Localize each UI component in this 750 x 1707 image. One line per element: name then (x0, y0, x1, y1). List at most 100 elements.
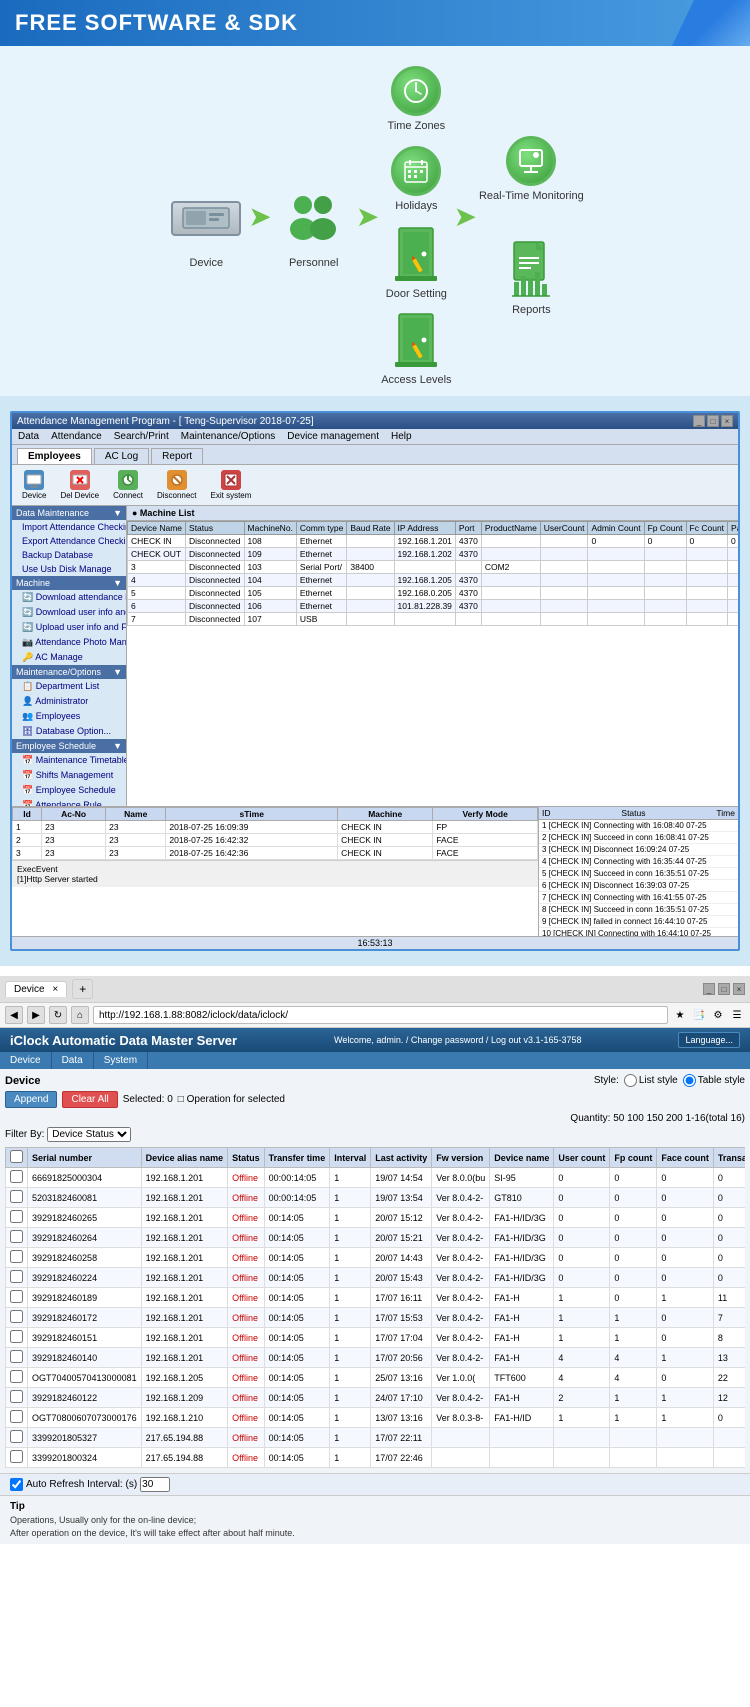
table-style-radio[interactable] (683, 1074, 696, 1087)
menu-icon[interactable]: ☰ (729, 1007, 745, 1023)
toolbar-exit-btn[interactable]: Exit system (206, 468, 257, 502)
sidebar-section-data-maintenance[interactable]: Data Maintenance ▼ (12, 506, 126, 520)
sidebar-ac-manage[interactable]: 🔑 AC Manage (12, 650, 126, 665)
append-button[interactable]: Append (5, 1091, 57, 1108)
device-row-6[interactable]: 3929182460189192.168.1.201Offline00:14:0… (6, 1288, 746, 1308)
new-tab-button[interactable]: + (72, 979, 93, 999)
bookmark-icon[interactable]: 📑 (691, 1007, 707, 1023)
forward-button[interactable]: ▶ (27, 1006, 45, 1024)
machine-row-3[interactable]: 4Disconnected104Ethernet192.168.1.205437… (128, 574, 739, 587)
sidebar-section-machine[interactable]: Machine ▼ (12, 576, 126, 590)
device-cb-cell-5[interactable] (6, 1268, 28, 1288)
device-row-11[interactable]: 3929182460122192.168.1.209Offline00:14:0… (6, 1388, 746, 1408)
device-cb-cell-13[interactable] (6, 1428, 28, 1448)
tab-employees[interactable]: Employees (17, 448, 92, 464)
sidebar-administrator[interactable]: 👤 Administrator (12, 694, 126, 709)
device-row-14[interactable]: 3399201800324217.65.194.88Offline00:14:0… (6, 1448, 746, 1468)
sidebar-import-attendance[interactable]: Import Attendance Checking Data (12, 520, 126, 534)
device-row-12[interactable]: OGT70800607073000176192.168.1.210Offline… (6, 1408, 746, 1428)
sidebar-usb-manage[interactable]: Use Usb Disk Manage (12, 562, 126, 576)
list-style-radio[interactable] (624, 1074, 637, 1087)
device-row-3[interactable]: 3929182460264192.168.1.201Offline00:14:0… (6, 1228, 746, 1248)
device-row-checkbox-0[interactable] (10, 1170, 23, 1183)
machine-row-2[interactable]: 3Disconnected103Serial Port/38400COM2 (128, 561, 739, 574)
sidebar-database[interactable]: 🗄 Database Option... (12, 724, 126, 739)
list-style-option[interactable]: List style (624, 1074, 678, 1087)
menu-maintenance[interactable]: Maintenance/Options (175, 429, 282, 444)
home-button[interactable]: ⌂ (71, 1006, 89, 1024)
nav-system[interactable]: System (94, 1052, 148, 1069)
sidebar-section-maintenance[interactable]: Maintenance/Options ▼ (12, 665, 126, 679)
auto-refresh-checkbox-item[interactable]: Auto Refresh Interval: (s) (10, 1477, 170, 1492)
bottom-row-0[interactable]: 123232018-07-25 16:09:39CHECK INFP (13, 821, 538, 834)
device-row-checkbox-9[interactable] (10, 1350, 23, 1363)
device-row-checkbox-1[interactable] (10, 1190, 23, 1203)
device-cb-cell-2[interactable] (6, 1208, 28, 1228)
device-row-checkbox-12[interactable] (10, 1410, 23, 1423)
device-row-10[interactable]: OGT70400570413000081192.168.1.205Offline… (6, 1368, 746, 1388)
device-row-1[interactable]: 5203182460081192.168.1.201Offline00:00:1… (6, 1188, 746, 1208)
nav-device[interactable]: Device (0, 1052, 52, 1069)
menu-data[interactable]: Data (12, 429, 45, 444)
sidebar-backup-db[interactable]: Backup Database (12, 548, 126, 562)
device-cb-cell-7[interactable] (6, 1308, 28, 1328)
sidebar-photo-mgmt[interactable]: 📷 Attendance Photo Management (12, 635, 126, 650)
device-row-checkbox-8[interactable] (10, 1330, 23, 1343)
device-row-checkbox-13[interactable] (10, 1430, 23, 1443)
select-all-checkbox[interactable] (10, 1150, 23, 1163)
settings-icon[interactable]: ⚙ (710, 1007, 726, 1023)
toolbar-disconnect-btn[interactable]: Disconnect (152, 468, 202, 502)
back-button[interactable]: ◀ (5, 1006, 23, 1024)
toolbar-del-device-btn[interactable]: Del Device (55, 468, 104, 502)
bottom-row-1[interactable]: 223232018-07-25 16:42:32CHECK INFACE (13, 834, 538, 847)
toolbar-device-btn[interactable]: Device (17, 468, 51, 502)
star-icon[interactable]: ★ (672, 1007, 688, 1023)
device-cb-cell-9[interactable] (6, 1348, 28, 1368)
sidebar-department[interactable]: 📋 Department List (12, 679, 126, 694)
device-row-checkbox-14[interactable] (10, 1450, 23, 1463)
auto-refresh-input[interactable] (140, 1477, 170, 1492)
menu-device[interactable]: Device management (281, 429, 385, 444)
browser-minimize[interactable]: _ (703, 983, 715, 995)
close-tab-icon[interactable]: × (52, 984, 58, 995)
filter-select[interactable]: Device Status (47, 1127, 131, 1142)
sidebar-employees[interactable]: 👥 Employees (12, 709, 126, 724)
device-cb-cell-3[interactable] (6, 1228, 28, 1248)
device-row-5[interactable]: 3929182460224192.168.1.201Offline00:14:0… (6, 1268, 746, 1288)
machine-row-1[interactable]: CHECK OUTDisconnected109Ethernet192.168.… (128, 548, 739, 561)
device-row-checkbox-4[interactable] (10, 1250, 23, 1263)
menu-help[interactable]: Help (385, 429, 418, 444)
menu-attendance[interactable]: Attendance (45, 429, 108, 444)
sidebar-shifts[interactable]: 📅 Shifts Management (12, 768, 126, 783)
device-row-2[interactable]: 3929182460265192.168.1.201Offline00:14:0… (6, 1208, 746, 1228)
sidebar-section-schedule[interactable]: Employee Schedule ▼ (12, 739, 126, 753)
menu-search[interactable]: Search/Print (108, 429, 175, 444)
device-cb-cell-10[interactable] (6, 1368, 28, 1388)
device-row-9[interactable]: 3929182460140192.168.1.201Offline00:14:0… (6, 1348, 746, 1368)
sidebar-download-logs[interactable]: 🔄 Download attendance logs (12, 590, 126, 605)
device-cb-cell-8[interactable] (6, 1328, 28, 1348)
device-row-checkbox-11[interactable] (10, 1390, 23, 1403)
machine-row-4[interactable]: 5Disconnected105Ethernet192.168.0.205437… (128, 587, 739, 600)
device-row-13[interactable]: 3399201805327217.65.194.88Offline00:14:0… (6, 1428, 746, 1448)
url-bar[interactable] (93, 1006, 668, 1024)
device-row-checkbox-2[interactable] (10, 1210, 23, 1223)
sidebar-upload-user[interactable]: 🔄 Upload user info and FP (12, 620, 126, 635)
device-cb-cell-4[interactable] (6, 1248, 28, 1268)
device-cb-cell-11[interactable] (6, 1388, 28, 1408)
bottom-row-2[interactable]: 323232018-07-25 16:42:36CHECK INFACE (13, 847, 538, 860)
device-row-checkbox-3[interactable] (10, 1230, 23, 1243)
toolbar-connect-btn[interactable]: Connect (108, 468, 148, 502)
table-style-option[interactable]: Table style (683, 1074, 745, 1087)
tab-report[interactable]: Report (151, 448, 203, 464)
sidebar-attendance-rule[interactable]: 📅 Attendance Rule (12, 798, 126, 806)
minimize-button[interactable]: _ (693, 415, 705, 427)
maximize-button[interactable]: □ (707, 415, 719, 427)
machine-row-0[interactable]: CHECK INDisconnected108Ethernet192.168.1… (128, 535, 739, 548)
sidebar-download-user[interactable]: 🔄 Download user info and Fp (12, 605, 126, 620)
device-row-checkbox-7[interactable] (10, 1310, 23, 1323)
clear-all-button[interactable]: Clear All (62, 1091, 117, 1108)
browser-tab-device[interactable]: Device × (5, 981, 67, 997)
machine-row-6[interactable]: 7Disconnected107USB3204 (128, 613, 739, 626)
language-selector[interactable]: Language... (678, 1032, 740, 1048)
